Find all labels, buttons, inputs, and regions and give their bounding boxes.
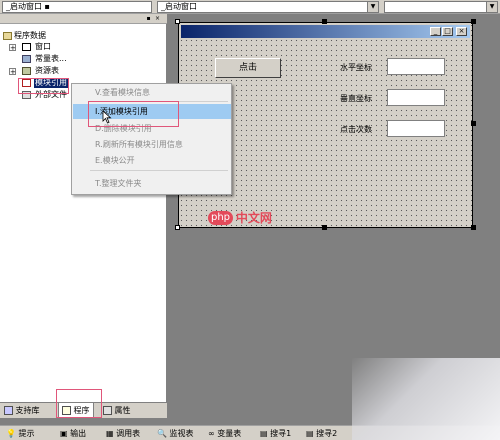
blurred-overlay (352, 358, 500, 440)
tab-properties[interactable]: 属性 (103, 403, 131, 418)
watermark: php 中文网 (208, 209, 294, 227)
library-icon (4, 406, 13, 415)
tab-output[interactable]: ▣ 输出 (60, 427, 86, 440)
window-selector-combo[interactable]: _启动窗口 ▪ (2, 1, 152, 13)
context-menu: V.查看模块信息 I.添加模块引用 D.删除模块引用 R.刷新所有模块引用信息 … (71, 83, 232, 195)
tab-search-1[interactable]: ▤ 搜寻1 (260, 427, 291, 440)
tree-item-constants[interactable]: 常量表... (35, 54, 67, 64)
property-selector-combo[interactable]: ▼ (384, 1, 498, 13)
tab-variable-table[interactable]: ∞ 变量表 (208, 427, 241, 440)
highlight-box (56, 389, 102, 418)
event-selector-combo[interactable]: _启动窗口 ▼ (157, 1, 379, 13)
glasses-icon: ∞ (208, 429, 215, 438)
expand-icon[interactable]: + (9, 44, 16, 52)
resources-icon (22, 67, 31, 75)
cursor-icon (102, 110, 112, 124)
menu-separator (90, 170, 228, 171)
horizontal-coord-field[interactable] (387, 58, 445, 75)
output-icon: ▣ (60, 429, 68, 438)
tab-search-2[interactable]: ▤ 搜寻2 (306, 427, 337, 440)
vertical-coord-label: 垂直坐标 (340, 94, 372, 103)
click-count-label: 点击次数 (340, 125, 372, 134)
bulb-icon: 💡 (6, 429, 16, 438)
menu-item-module-public[interactable]: E.模块公开 (73, 153, 231, 168)
tab-library[interactable]: 支持库 (4, 403, 40, 418)
resize-handle[interactable] (322, 19, 327, 24)
watermark-text: 中文网 (235, 211, 272, 225)
resize-handle[interactable] (471, 225, 476, 230)
menu-item-view-module-info[interactable]: V.查看模块信息 (73, 85, 231, 100)
form-title-bar: _ □ × (181, 25, 470, 38)
horizontal-coord-label: 水平坐标 (340, 63, 372, 72)
menu-item-refresh-module-refs[interactable]: R.刷新所有模块引用信息 (73, 137, 231, 152)
close-icon[interactable]: × (456, 27, 467, 36)
close-icon[interactable]: × (154, 15, 161, 22)
resize-handle[interactable] (471, 121, 476, 126)
resize-handle[interactable] (175, 225, 180, 230)
click-button[interactable]: 点击 (215, 58, 281, 78)
minimize-icon[interactable]: _ (430, 27, 441, 36)
search-list-icon: ▤ (260, 429, 268, 438)
tree-item-window[interactable]: 窗口 (35, 42, 51, 52)
menu-item-organize-folders[interactable]: T.整理文件夹 (73, 176, 231, 191)
window-icon (22, 43, 31, 51)
tree-root[interactable]: 程序数据 (14, 31, 46, 41)
magnifier-icon: 🔍 (157, 429, 167, 438)
highlight-box (18, 78, 69, 94)
click-count-field[interactable] (387, 120, 445, 137)
vertical-coord-field[interactable] (387, 89, 445, 106)
window-selector-value: _启动窗口 ▪ (6, 2, 50, 11)
search-list-icon: ▤ (306, 429, 314, 438)
top-toolbar: _启动窗口 ▪ _启动窗口 ▼ ▼ (0, 0, 500, 14)
project-panel: ▪ × 程序数据 + 窗口 常量表... + 资源表 模块引用 外部文件 (0, 14, 167, 402)
chevron-down-icon[interactable]: ▼ (367, 2, 378, 12)
chevron-down-icon[interactable]: ▼ (486, 2, 497, 12)
event-selector-value: _启动窗口 (161, 2, 197, 11)
resize-handle[interactable] (175, 19, 180, 24)
folder-icon (3, 32, 12, 40)
maximize-icon[interactable]: □ (442, 27, 453, 36)
tab-call-table[interactable]: ▦ 调用表 (106, 427, 140, 440)
expand-icon[interactable]: + (9, 68, 16, 76)
grid-icon: ▦ (106, 429, 114, 438)
property-icon (103, 406, 112, 415)
resize-handle[interactable] (471, 19, 476, 24)
resize-handle[interactable] (322, 225, 327, 230)
tab-hint[interactable]: 💡 提示 (6, 427, 35, 440)
php-logo: php (208, 210, 234, 225)
constants-icon (22, 55, 31, 63)
tree-item-resources[interactable]: 资源表 (35, 66, 59, 76)
panel-header: ▪ × (0, 14, 167, 24)
pin-icon[interactable]: ▪ (145, 15, 152, 22)
tab-watch-table[interactable]: 🔍 监视表 (157, 427, 194, 440)
